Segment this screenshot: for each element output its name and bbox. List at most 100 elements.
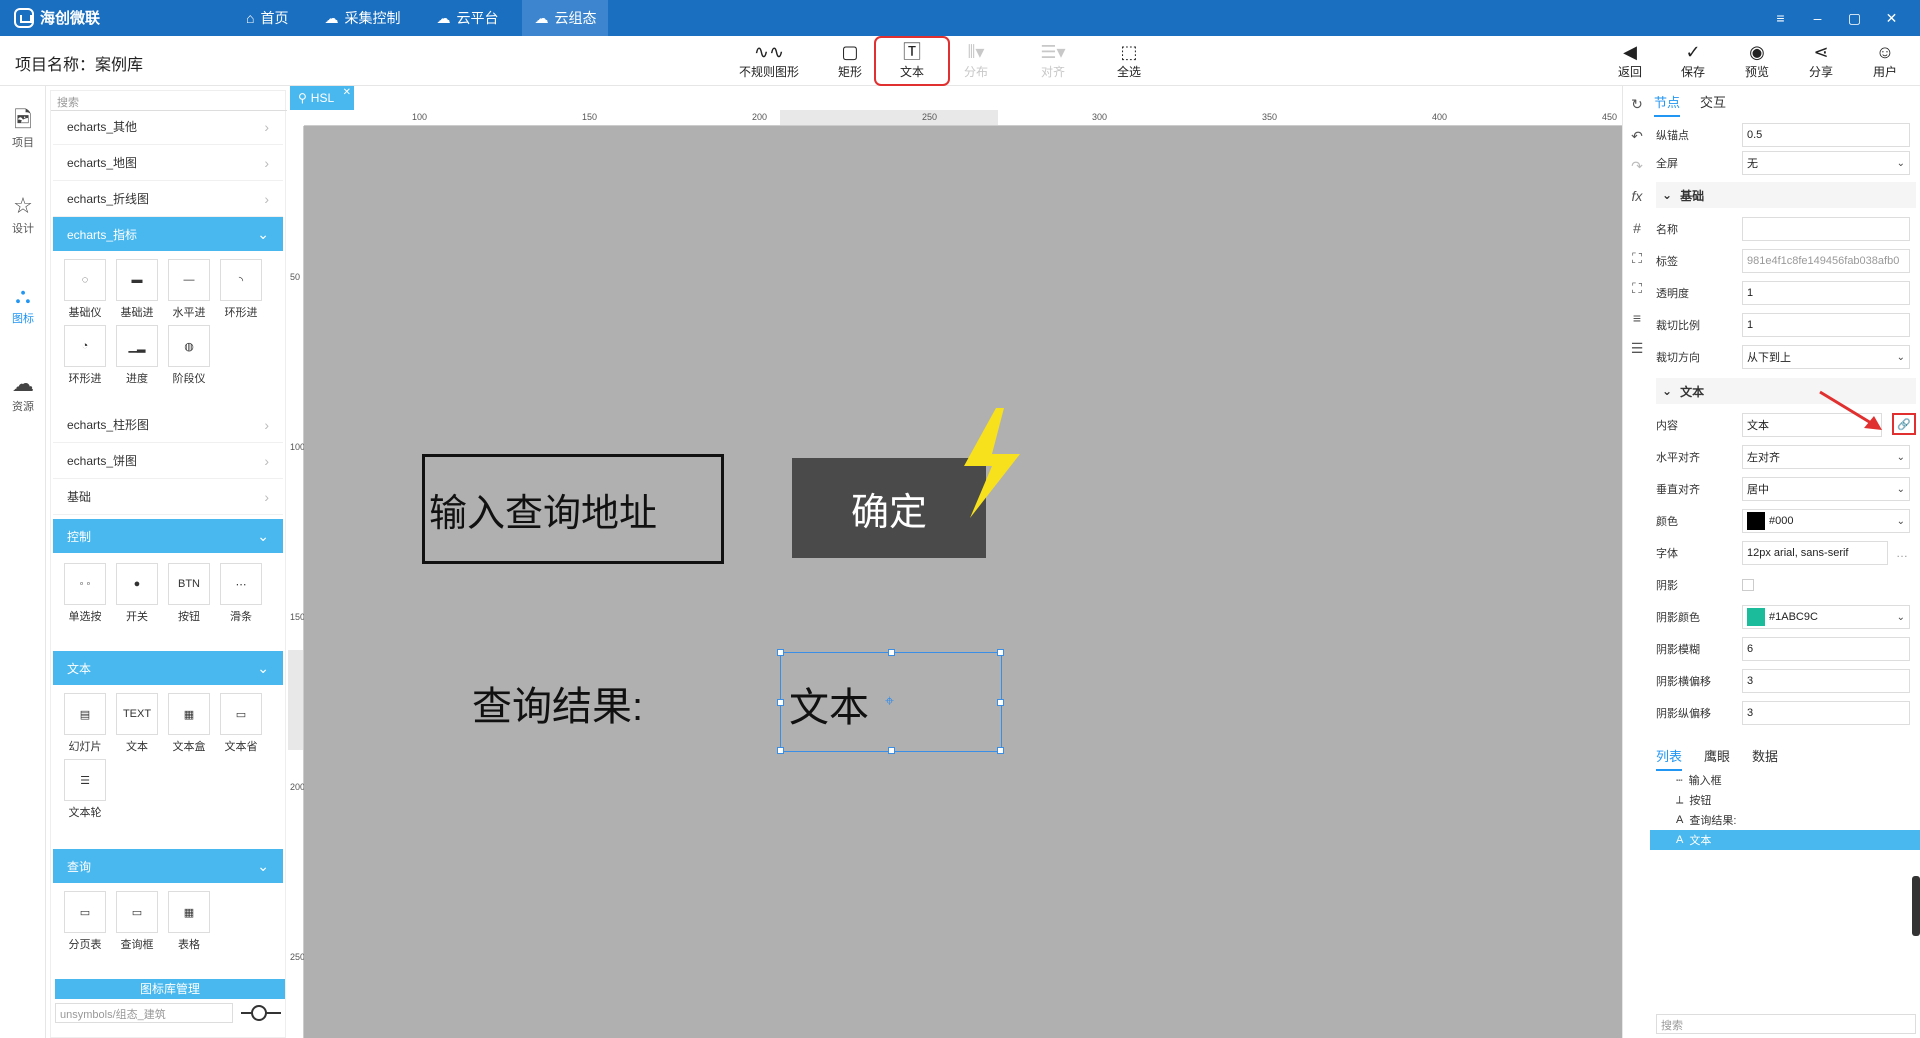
component-search-input[interactable]: 搜索 — [51, 91, 287, 111]
nav-tab-collect[interactable]: ☁ 采集控制 — [312, 0, 412, 36]
rail-item-project[interactable]: 🖻 项目 — [0, 106, 46, 150]
tree-item[interactable]: ┄ 输入框 — [1650, 770, 1920, 790]
resize-handle[interactable] — [997, 649, 1004, 656]
component-item[interactable]: ◝ 环形进 — [215, 259, 267, 325]
tree-item[interactable]: A 查询结果: — [1650, 810, 1920, 830]
menu-icon[interactable]: ≡ — [1762, 0, 1799, 36]
back-button[interactable]: ◀ 返回 — [1602, 41, 1658, 80]
more-icon[interactable]: … — [1896, 546, 1908, 560]
function-icon[interactable]: fx — [1623, 188, 1651, 204]
tool-align[interactable]: ☰▾ 对齐 — [1020, 41, 1086, 81]
tab-node[interactable]: 节点 — [1654, 92, 1681, 117]
component-item[interactable]: ◌ 基础仪 — [59, 259, 111, 325]
close-tab-icon[interactable]: ✕ — [343, 87, 351, 98]
resize-handle[interactable] — [777, 699, 784, 706]
prop-input[interactable] — [1742, 217, 1910, 241]
prop-select[interactable]: 从下到上 ⌄ — [1742, 345, 1910, 369]
resize-handle[interactable] — [777, 649, 784, 656]
rail-item-design[interactable]: ☆ 设计 — [0, 192, 46, 236]
tab-data[interactable]: 数据 — [1752, 746, 1778, 771]
prop-input[interactable]: 1 — [1742, 281, 1910, 305]
component-item[interactable]: TEXT 文本 — [111, 693, 163, 759]
refresh-icon[interactable]: ↻ — [1623, 96, 1651, 113]
prop-select[interactable]: 居中 ⌄ — [1742, 477, 1910, 501]
tool-distribute[interactable]: ⦀▾ 分布 — [943, 41, 1009, 81]
component-item[interactable]: ⋯ 滑条 — [215, 563, 267, 629]
component-item[interactable]: ▁▂ 进度 — [111, 325, 163, 391]
tab-interaction[interactable]: 交互 — [1700, 92, 1726, 117]
component-item[interactable]: BTN 按钮 — [163, 563, 215, 629]
focus-icon[interactable]: ⛶ — [1623, 280, 1651, 297]
category-basic[interactable]: 基础 › — [53, 479, 283, 515]
resize-handle[interactable] — [888, 649, 895, 656]
shadow-checkbox[interactable] — [1742, 579, 1754, 591]
property-scrollbar[interactable] — [1912, 876, 1920, 936]
component-item[interactable]: ▤ 幻灯片 — [59, 693, 111, 759]
tab-list[interactable]: 列表 — [1656, 746, 1683, 771]
list-icon[interactable]: ≡ — [1623, 310, 1651, 326]
component-item[interactable]: ▬ 基础进 — [111, 259, 163, 325]
prop-select[interactable]: 左对齐 ⌄ — [1742, 445, 1910, 469]
tool-irregular-shape[interactable]: ∿∿ 不规则图形 — [736, 41, 802, 81]
prop-input[interactable]: 3 — [1742, 701, 1910, 725]
category-echarts-line[interactable]: echarts_折线图 › — [53, 181, 283, 217]
component-item[interactable]: ☰ 文本轮 — [59, 759, 111, 825]
component-item[interactable]: ◍ 阶段仪 — [163, 325, 215, 391]
design-canvas[interactable]: 输入查询地址 确定 查询结果: 文本 ⌖ — [304, 126, 1622, 1038]
link-icon[interactable]: 🔗 — [1892, 413, 1916, 435]
category-echarts-indicator[interactable]: echarts_指标 ⌄ — [53, 217, 283, 251]
tool-rectangle[interactable]: ▢ 矩形 — [817, 41, 883, 81]
category-echarts-pie[interactable]: echarts_饼图 › — [53, 443, 283, 479]
prop-input[interactable]: 6 — [1742, 637, 1910, 661]
minimize-icon[interactable]: – — [1799, 0, 1836, 36]
component-item[interactable]: — 水平进 — [163, 259, 215, 325]
component-item[interactable]: ▦ 表格 — [163, 891, 215, 957]
zoom-slider[interactable] — [241, 1005, 281, 1021]
resize-handle[interactable] — [888, 747, 895, 754]
prop-input[interactable]: 12px arial, sans-serif — [1742, 541, 1888, 565]
category-control[interactable]: 控制 ⌄ — [53, 519, 283, 553]
tab-eagle-eye[interactable]: 鹰眼 — [1704, 746, 1730, 771]
component-item[interactable]: ◦ ◦ 单选按 — [59, 563, 111, 629]
library-path-input[interactable]: unsymbols/组态_建筑 — [55, 1003, 233, 1023]
fit-screen-icon[interactable]: ⛶ — [1623, 250, 1651, 267]
prop-input[interactable]: 1 — [1742, 313, 1910, 337]
nav-tab-home[interactable]: ⌂ 首页 — [234, 0, 300, 36]
layer-search-input[interactable]: 搜索 — [1656, 1014, 1916, 1034]
indent-icon[interactable]: ☰ — [1623, 340, 1651, 357]
share-button[interactable]: ⋖ 分享 — [1793, 41, 1849, 80]
resize-handle[interactable] — [777, 747, 784, 754]
tree-item[interactable]: ⟂ 按钮 — [1650, 790, 1920, 810]
resize-handle[interactable] — [997, 699, 1004, 706]
slider-knob[interactable] — [251, 1005, 267, 1021]
preview-button[interactable]: ◉ 预览 — [1729, 41, 1785, 80]
prop-input[interactable]: 3 — [1742, 669, 1910, 693]
user-button[interactable]: ☺ 用户 — [1857, 41, 1913, 80]
save-button[interactable]: ✓ 保存 — [1665, 41, 1721, 80]
tree-item-selected[interactable]: A 文本 — [1650, 830, 1920, 850]
prop-input[interactable]: 981e4f1c8fe149456fab038afb0 — [1742, 249, 1910, 273]
section-basic[interactable]: ⌄ 基础 — [1656, 182, 1916, 208]
maximize-icon[interactable]: ▢ — [1836, 0, 1873, 36]
icon-library-button[interactable]: 图标库管理 — [55, 979, 285, 999]
category-echarts-bar[interactable]: echarts_柱形图 › — [53, 407, 283, 443]
grid-icon[interactable]: # — [1623, 220, 1651, 236]
component-item[interactable]: ▭ 文本省 — [215, 693, 267, 759]
category-echarts-map[interactable]: echarts_地图 › — [53, 145, 283, 181]
color-picker[interactable]: #000 ⌄ — [1742, 509, 1910, 533]
color-picker[interactable]: #1ABC9C ⌄ — [1742, 605, 1910, 629]
component-item[interactable]: ▭ 查询框 — [111, 891, 163, 957]
tool-text[interactable]: 🅃 文本 — [874, 36, 950, 86]
canvas-text-widget-selected[interactable]: 文本 ⌖ — [777, 649, 1004, 754]
redo-icon[interactable]: ↷ — [1623, 158, 1651, 175]
component-item[interactable]: ◔ 环形进 — [59, 325, 111, 391]
canvas-input-widget[interactable]: 输入查询地址 — [422, 454, 724, 564]
component-item[interactable]: ▦ 文本盒 — [163, 693, 215, 759]
tool-select-all[interactable]: ⬚ 全选 — [1096, 41, 1162, 81]
nav-tab-cloud-config[interactable]: ☁ 云组态 — [522, 0, 609, 36]
prop-input[interactable]: 0.5 — [1742, 123, 1910, 147]
undo-icon[interactable]: ↶ — [1623, 128, 1651, 145]
category-echarts-other[interactable]: echarts_其他 › — [53, 109, 283, 145]
category-query[interactable]: 查询 ⌄ — [53, 849, 283, 883]
nav-tab-cloud-platform[interactable]: ☁ 云平台 — [424, 0, 510, 36]
